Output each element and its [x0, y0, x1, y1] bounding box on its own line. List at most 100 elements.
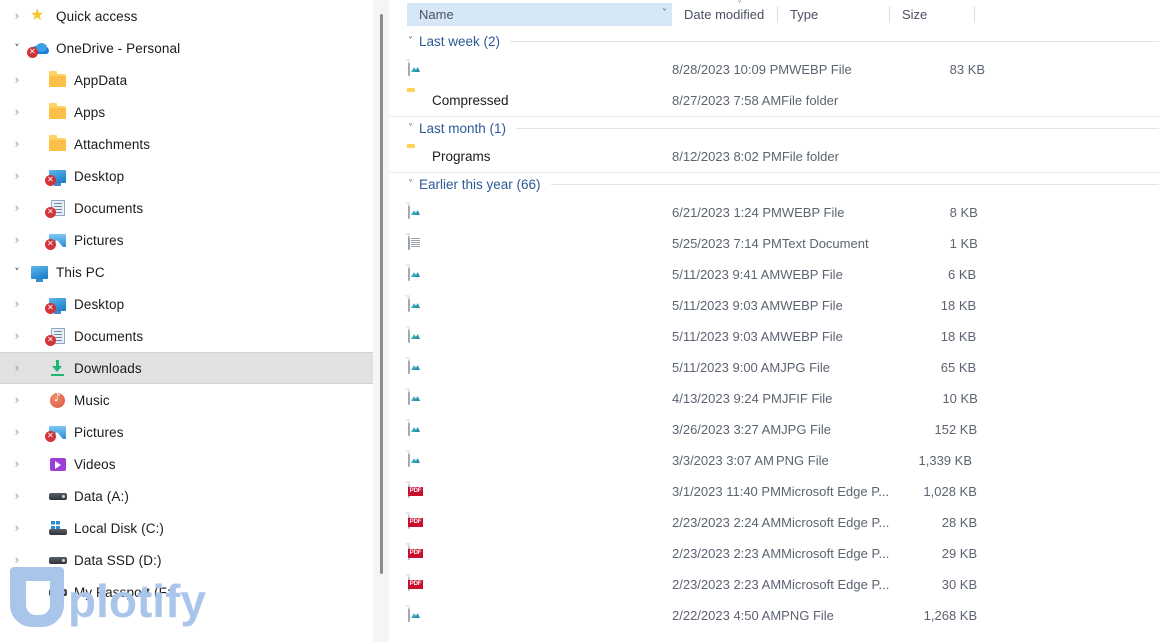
file-size: 1,028 KB [923, 484, 977, 499]
sidebar-item-music[interactable]: › Music [0, 384, 389, 416]
sidebar-item-attachments[interactable]: › Attachments [0, 128, 389, 160]
chevron-right-icon[interactable]: › [6, 554, 28, 567]
file-group-header[interactable]: ˅ Last month (1) [389, 116, 1159, 141]
sidebar-item-this-pc[interactable]: ˅ This PC [0, 256, 389, 288]
navigation-scrollbar[interactable] [373, 0, 389, 642]
file-row[interactable]: 6/21/2023 1:24 PM WEBP File 8 KB [389, 197, 1159, 228]
file-row[interactable]: 3/1/2023 11:40 PMMicrosoft Edge P... 1,02… [389, 476, 1159, 507]
file-row[interactable]: 4/13/2023 9:24 PM JFIF File 10 KB [389, 383, 1159, 414]
file-type: File folder [781, 93, 839, 108]
sidebar-item-onedrive-personal[interactable]: ˅ OneDrive - Personal [0, 32, 389, 64]
sidebar-item-icon [46, 518, 72, 538]
chevron-down-icon[interactable]: ˅ [408, 123, 413, 134]
chevron-right-icon[interactable]: › [6, 490, 28, 503]
image-file-icon [408, 264, 410, 281]
file-row[interactable]: 8/28/2023 10:09 PM WEBP File 83 KB [389, 54, 1159, 85]
file-group-header[interactable]: ˅ Last week (2) [389, 29, 1159, 54]
chevron-right-icon[interactable]: › [6, 426, 28, 439]
sidebar-item-desktop[interactable]: › Desktop [0, 160, 389, 192]
sidebar-item-icon [45, 422, 72, 442]
drive-icon [49, 589, 67, 596]
sidebar-item-documents[interactable]: › Documents [0, 192, 389, 224]
chevron-right-icon[interactable]: › [6, 522, 28, 535]
sidebar-item-quick-access[interactable]: › Quick access [0, 0, 389, 32]
sidebar-item-pictures[interactable]: › Pictures [0, 416, 389, 448]
chevron-right-icon[interactable]: › [6, 330, 28, 343]
file-row[interactable]: 2/23/2023 2:23 AMMicrosoft Edge P... 29 K… [389, 538, 1159, 569]
file-group-header[interactable]: ˅ Earlier this year (66) [389, 172, 1159, 197]
sidebar-item-label: Pictures [74, 232, 124, 248]
sidebar-item-appdata[interactable]: › AppData [0, 64, 389, 96]
file-size: 18 KB [940, 329, 977, 344]
column-header-date-modified[interactable]: Date modified [672, 3, 778, 26]
sidebar-item-apps[interactable]: › Apps [0, 96, 389, 128]
file-explorer-window: › Quick access ˅ OneDrive - Personal › AppDat… [0, 0, 1159, 642]
file-row[interactable]: 5/11/2023 9:03 AM WEBP File 18 KB [389, 321, 1159, 352]
file-row[interactable]: Compressed 8/27/2023 7:58 AM File folder [389, 85, 1159, 116]
file-date-modified: 8/12/2023 8:02 PM [672, 149, 782, 164]
file-name-cell [389, 512, 672, 532]
file-type: Microsoft Edge P... [781, 515, 890, 530]
chevron-right-icon[interactable]: › [6, 202, 28, 215]
chevron-right-icon[interactable]: › [6, 10, 28, 23]
sidebar-item-desktop[interactable]: › Desktop [0, 288, 389, 320]
column-header-size[interactable]: Size [890, 3, 975, 26]
sidebar-item-pictures[interactable]: › Pictures [0, 224, 389, 256]
sidebar-item-videos[interactable]: › Videos [0, 448, 389, 480]
chevron-right-icon[interactable]: › [6, 138, 28, 151]
chevron-right-icon[interactable]: › [6, 362, 28, 375]
videos-icon [50, 458, 66, 471]
sync-error-icon [45, 174, 56, 186]
sidebar-item-label: Attachments [74, 136, 151, 152]
column-header-type[interactable]: Type [778, 3, 890, 26]
chevron-down-icon[interactable]: ˅ [408, 36, 413, 47]
file-date-modified: 2/23/2023 2:23 AM [672, 577, 782, 592]
chevron-down-icon[interactable]: ˅ [6, 267, 28, 278]
sidebar-item-data-ssd-d[interactable]: › Data SSD (D:) [0, 544, 389, 576]
file-date-modified: 8/27/2023 7:58 AM [672, 93, 782, 108]
file-row[interactable]: 5/11/2023 9:00 AM JPG File 65 KB [389, 352, 1159, 383]
file-row[interactable]: Programs 8/12/2023 8:02 PM File folder [389, 141, 1159, 172]
sidebar-item-my-passport-f[interactable]: › My Passport (F:) [0, 576, 389, 608]
file-row[interactable]: 5/11/2023 9:41 AM WEBP File 6 KB [389, 259, 1159, 290]
chevron-right-icon[interactable]: › [6, 106, 28, 119]
chevron-right-icon[interactable]: › [6, 298, 28, 311]
file-date-modified: 5/11/2023 9:03 AM [672, 298, 781, 313]
sidebar-item-icon [28, 6, 54, 26]
file-row[interactable]: 2/23/2023 2:24 AMMicrosoft Edge P... 28 K… [389, 507, 1159, 538]
file-row[interactable]: 5/11/2023 9:03 AM WEBP File 18 KB [389, 290, 1159, 321]
chevron-right-icon[interactable]: › [6, 74, 28, 87]
chevron-down-icon[interactable]: ˅ [6, 43, 28, 54]
chevron-down-icon[interactable]: ˅ [408, 179, 413, 190]
chevron-down-icon[interactable]: ˅ [662, 8, 667, 20]
file-date-modified: 2/22/2023 4:50 AM [672, 608, 782, 623]
pdf-file-icon [408, 481, 410, 498]
chevron-right-icon[interactable]: › [6, 234, 28, 247]
file-row[interactable]: 2/23/2023 2:23 AMMicrosoft Edge P... 30 K… [389, 569, 1159, 600]
sync-error-icon [45, 334, 56, 346]
file-row[interactable]: 2/22/2023 4:50 AM PNG File 1,268 KB [389, 600, 1159, 631]
chevron-right-icon[interactable]: › [6, 458, 28, 471]
file-name: Programs [432, 149, 491, 164]
sidebar-item-label: Documents [74, 328, 144, 344]
file-row[interactable]: 3/26/2023 3:27 AM JPG File 152 KB [389, 414, 1159, 445]
sidebar-item-data-a[interactable]: › Data (A:) [0, 480, 389, 512]
column-header-name[interactable]: Name ˅ [407, 3, 672, 26]
file-type: PNG File [781, 608, 834, 623]
navigation-scrollbar-thumb[interactable] [380, 14, 383, 574]
file-row[interactable]: 3/3/2023 3:07 AM PNG File 1,339 KB [389, 445, 1159, 476]
image-file-icon [408, 388, 410, 405]
sidebar-item-downloads[interactable]: › Downloads [0, 352, 389, 384]
chevron-right-icon[interactable]: › [6, 394, 28, 407]
sync-error-icon [27, 46, 38, 58]
sidebar-item-icon [45, 198, 72, 218]
chevron-right-icon[interactable]: › [6, 586, 28, 599]
file-group-title: Earlier this year (66) [419, 177, 541, 192]
sidebar-item-documents[interactable]: › Documents [0, 320, 389, 352]
file-row[interactable]: 5/25/2023 7:14 PM Text Document 1 KB [389, 228, 1159, 259]
image-file-icon [408, 419, 410, 436]
sidebar-item-local-disk-c[interactable]: › Local Disk (C:) [0, 512, 389, 544]
chevron-right-icon[interactable]: › [6, 170, 28, 183]
file-size: 29 KB [941, 546, 978, 561]
sidebar-item-label: Quick access [56, 8, 138, 24]
